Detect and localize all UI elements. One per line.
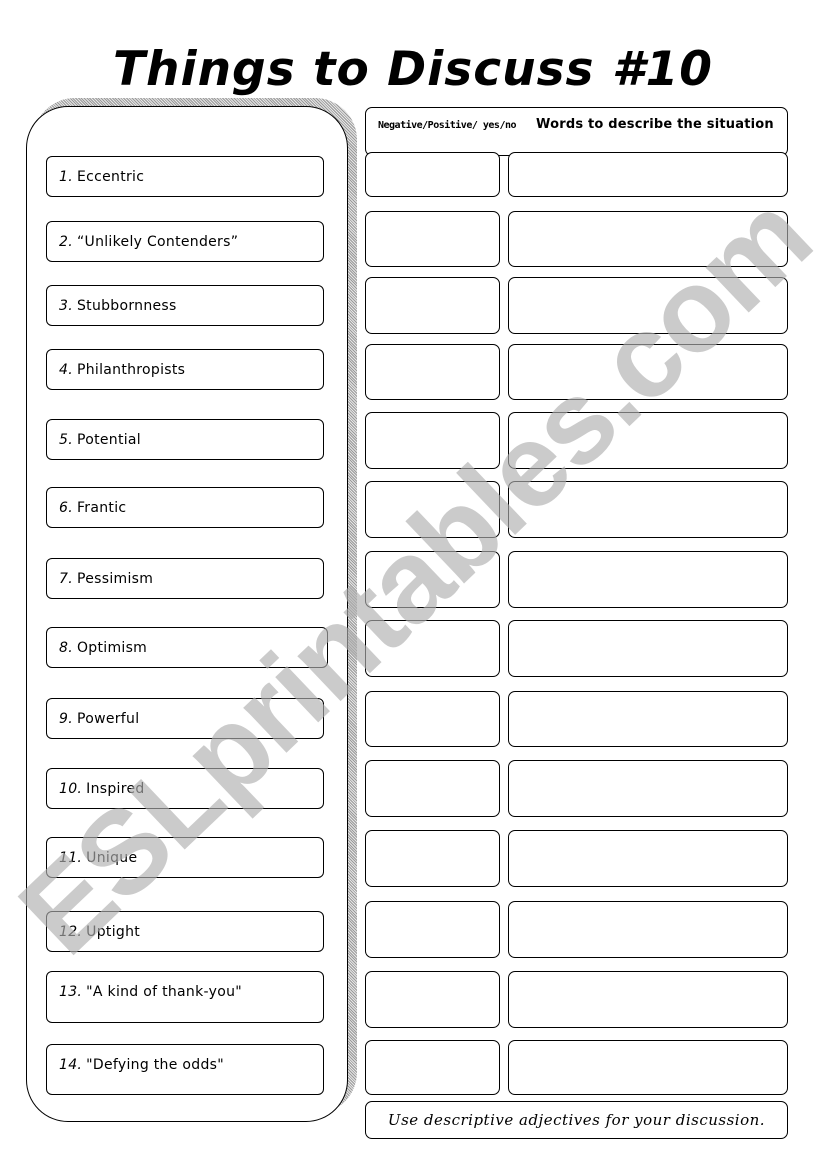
- rating-cell[interactable]: [365, 830, 500, 887]
- item-text: “Unlikely Contenders”: [76, 233, 239, 250]
- column-header-rating: Negative/Positive/ yes/no: [378, 120, 517, 131]
- rating-cell[interactable]: [365, 277, 500, 334]
- item-text: Optimism: [76, 639, 148, 656]
- column-header-description: Words to describe the situation: [536, 117, 774, 132]
- item-text: Philanthropists: [76, 361, 186, 378]
- item-text: Uptight: [86, 923, 141, 940]
- word-item: 3. Stubbornness: [46, 285, 324, 326]
- rating-cell[interactable]: [365, 971, 500, 1028]
- worksheet-title: Things to Discuss #10: [112, 42, 714, 97]
- rating-cell[interactable]: [365, 760, 500, 817]
- footer-note: Use descriptive adjectives for your disc…: [365, 1101, 788, 1139]
- item-number: 14.: [59, 1057, 83, 1073]
- item-number: 1.: [59, 168, 73, 185]
- rating-cell[interactable]: [365, 344, 500, 400]
- item-number: 7.: [59, 570, 73, 587]
- description-cell[interactable]: [508, 481, 788, 538]
- word-item: 13. "A kind of thank-you": [46, 971, 324, 1023]
- item-number: 10.: [59, 780, 83, 797]
- description-cell[interactable]: [508, 971, 788, 1028]
- word-item: 10. Inspired: [46, 768, 324, 809]
- word-item: 12. Uptight: [46, 911, 324, 952]
- rating-cell[interactable]: [365, 691, 500, 747]
- table-header: Negative/Positive/ yes/no Words to descr…: [365, 107, 788, 156]
- item-text: Potential: [76, 431, 142, 448]
- item-number: 12.: [59, 923, 83, 940]
- item-number: 9.: [59, 710, 73, 727]
- item-text: Inspired: [86, 780, 145, 797]
- word-item: 2. “Unlikely Contenders”: [46, 221, 324, 262]
- word-item: 7. Pessimism: [46, 558, 324, 599]
- word-item: 5. Potential: [46, 419, 324, 460]
- item-text: Stubbornness: [76, 297, 177, 314]
- word-item: 11. Unique: [46, 837, 324, 878]
- item-text: Unique: [86, 849, 138, 866]
- rating-cell[interactable]: [365, 1040, 500, 1095]
- word-item: 9. Powerful: [46, 698, 324, 739]
- item-number: 2.: [59, 233, 73, 250]
- word-item: 1. Eccentric: [46, 156, 324, 197]
- item-text: "A kind of thank-you": [86, 984, 242, 1000]
- item-text: "Defying the odds": [86, 1057, 224, 1073]
- rating-cell[interactable]: [365, 551, 500, 608]
- description-cell[interactable]: [508, 760, 788, 817]
- description-cell[interactable]: [508, 691, 788, 747]
- description-cell[interactable]: [508, 551, 788, 608]
- rating-cell[interactable]: [365, 152, 500, 197]
- item-number: 13.: [59, 984, 83, 1000]
- description-cell[interactable]: [508, 344, 788, 400]
- description-cell[interactable]: [508, 152, 788, 197]
- rating-cell[interactable]: [365, 211, 500, 267]
- word-item: 4. Philanthropists: [46, 349, 324, 390]
- item-number: 4.: [59, 361, 73, 378]
- item-text: Powerful: [76, 710, 140, 727]
- item-number: 8.: [59, 639, 73, 656]
- description-cell[interactable]: [508, 620, 788, 677]
- description-cell[interactable]: [508, 211, 788, 267]
- rating-cell[interactable]: [365, 620, 500, 677]
- rating-cell[interactable]: [365, 412, 500, 469]
- description-cell[interactable]: [508, 1040, 788, 1095]
- item-text: Frantic: [76, 499, 127, 516]
- item-number: 11.: [59, 849, 83, 866]
- item-number: 5.: [59, 431, 73, 448]
- item-number: 3.: [59, 297, 73, 314]
- description-cell[interactable]: [508, 830, 788, 887]
- item-number: 6.: [59, 499, 73, 516]
- rating-cell[interactable]: [365, 481, 500, 538]
- item-text: Pessimism: [76, 570, 154, 587]
- word-item: 6. Frantic: [46, 487, 324, 528]
- description-cell[interactable]: [508, 901, 788, 958]
- item-text: Eccentric: [76, 168, 145, 185]
- word-item: 8. Optimism: [46, 627, 328, 668]
- rating-cell[interactable]: [365, 901, 500, 958]
- word-item: 14. "Defying the odds": [46, 1044, 324, 1095]
- description-cell[interactable]: [508, 412, 788, 469]
- description-cell[interactable]: [508, 277, 788, 334]
